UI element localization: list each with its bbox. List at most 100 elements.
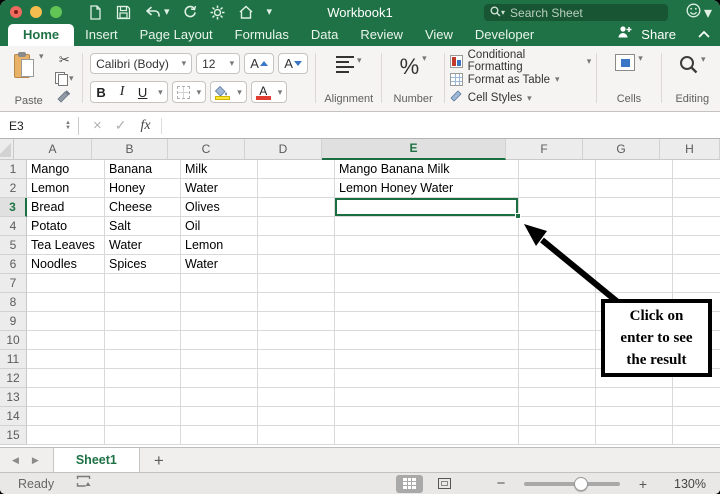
font-color-dropdown-icon[interactable]: ▾	[278, 87, 283, 97]
cell-F8[interactable]	[519, 293, 596, 312]
cell-C6[interactable]: Water	[181, 255, 258, 274]
cell-D14[interactable]	[258, 407, 335, 426]
column-header-A[interactable]: A	[14, 139, 92, 160]
tab-developer[interactable]: Developer	[464, 24, 545, 46]
copy-dropdown-icon[interactable]: ▾	[69, 73, 74, 83]
cell-A13[interactable]	[27, 388, 105, 407]
borders-dropdown-icon[interactable]: ▾	[197, 87, 202, 97]
cell-D2[interactable]	[258, 179, 335, 198]
borders-icon[interactable]	[176, 85, 190, 99]
row-header-9[interactable]: 9	[0, 312, 27, 331]
macro-record-icon[interactable]	[76, 475, 91, 493]
cell-C9[interactable]	[181, 312, 258, 331]
cell-B7[interactable]	[105, 274, 181, 293]
cell-B3[interactable]: Cheese	[105, 198, 181, 217]
paste-button[interactable]: ▾ Paste	[6, 50, 51, 109]
row-header-3[interactable]: 3	[0, 198, 27, 217]
cell-H2[interactable]	[673, 179, 720, 198]
toolbar-options-icon[interactable]: ▾	[267, 6, 273, 18]
cell-B14[interactable]	[105, 407, 181, 426]
column-header-F[interactable]: F	[506, 139, 583, 160]
editing-dropdown-icon[interactable]: ▾	[701, 55, 706, 64]
cell-E6[interactable]	[335, 255, 519, 274]
cell-E7[interactable]	[335, 274, 519, 293]
cell-F3[interactable]	[519, 198, 596, 217]
row-header-11[interactable]: 11	[0, 350, 27, 369]
search-sheet-box[interactable]: ▾ Search Sheet	[484, 4, 668, 21]
formula-input[interactable]	[162, 113, 720, 138]
minimize-button[interactable]	[30, 6, 42, 18]
cell-B1[interactable]: Banana	[105, 160, 181, 179]
zoom-in-button[interactable]: +	[628, 476, 658, 492]
cell-C10[interactable]	[181, 331, 258, 350]
cell-C2[interactable]: Water	[181, 179, 258, 198]
cell-E11[interactable]	[335, 350, 519, 369]
cell-B10[interactable]	[105, 331, 181, 350]
cell-B15[interactable]	[105, 426, 181, 445]
cell-D13[interactable]	[258, 388, 335, 407]
cell-D10[interactable]	[258, 331, 335, 350]
underline-dropdown-icon[interactable]: ▾	[158, 87, 163, 97]
cell-E9[interactable]	[335, 312, 519, 331]
sheet-nav-right-icon[interactable]: ▶	[32, 455, 39, 466]
cell-F4[interactable]	[519, 217, 596, 236]
zoom-out-button[interactable]: −	[486, 475, 516, 492]
alignment-button[interactable]: ▾ Alignment	[321, 50, 376, 109]
cell-C13[interactable]	[181, 388, 258, 407]
zoom-window-button[interactable]	[50, 6, 62, 18]
cell-A1[interactable]: Mango	[27, 160, 105, 179]
cell-H6[interactable]	[673, 255, 720, 274]
cell-A8[interactable]	[27, 293, 105, 312]
column-header-G[interactable]: G	[583, 139, 660, 160]
conditional-formatting-button[interactable]: Conditional Formatting ▾	[449, 49, 591, 73]
alignment-dropdown-icon[interactable]: ▾	[357, 56, 362, 65]
cells-button[interactable]: ▾ Cells	[602, 50, 655, 109]
cell-F12[interactable]	[519, 369, 596, 388]
zoom-level[interactable]: 130%	[662, 477, 706, 491]
cell-H15[interactable]	[673, 426, 720, 445]
copy-icon[interactable]	[55, 72, 69, 86]
font-size-select[interactable]: 12 ▾	[196, 53, 241, 74]
cell-A11[interactable]	[27, 350, 105, 369]
cell-D6[interactable]	[258, 255, 335, 274]
cell-F13[interactable]	[519, 388, 596, 407]
cell-D12[interactable]	[258, 369, 335, 388]
paste-dropdown-icon[interactable]: ▾	[39, 52, 44, 61]
cell-F6[interactable]	[519, 255, 596, 274]
new-workbook-icon[interactable]	[88, 4, 103, 20]
cell-D11[interactable]	[258, 350, 335, 369]
cell-F15[interactable]	[519, 426, 596, 445]
number-button[interactable]: % ▾ Number	[387, 50, 438, 109]
cell-C11[interactable]	[181, 350, 258, 369]
sheet-tab-sheet1[interactable]: Sheet1	[52, 447, 140, 473]
cell-H4[interactable]	[673, 217, 720, 236]
number-dropdown-icon[interactable]: ▾	[422, 54, 427, 63]
cell-B12[interactable]	[105, 369, 181, 388]
cell-A14[interactable]	[27, 407, 105, 426]
column-header-H[interactable]: H	[660, 139, 720, 160]
cell-F2[interactable]	[519, 179, 596, 198]
cell-A4[interactable]: Potato	[27, 217, 105, 236]
cell-A10[interactable]	[27, 331, 105, 350]
cell-B4[interactable]: Salt	[105, 217, 181, 236]
row-header-10[interactable]: 10	[0, 331, 27, 350]
cell-B8[interactable]	[105, 293, 181, 312]
name-box-stepper[interactable]: ▲ ▼	[60, 120, 76, 131]
cell-B6[interactable]: Spices	[105, 255, 181, 274]
cell-D15[interactable]	[258, 426, 335, 445]
cell-A5[interactable]: Tea Leaves	[27, 236, 105, 255]
cell-A2[interactable]: Lemon	[27, 179, 105, 198]
cut-icon[interactable]: ✂	[59, 53, 70, 66]
row-header-12[interactable]: 12	[0, 369, 27, 388]
underline-button[interactable]: U	[137, 85, 148, 100]
cancel-icon[interactable]: ×	[93, 117, 102, 134]
row-header-1[interactable]: 1	[0, 160, 27, 179]
cell-B2[interactable]: Honey	[105, 179, 181, 198]
cell-C15[interactable]	[181, 426, 258, 445]
column-header-C[interactable]: C	[168, 139, 245, 160]
cell-D8[interactable]	[258, 293, 335, 312]
save-icon[interactable]	[116, 5, 131, 20]
cell-D1[interactable]	[258, 160, 335, 179]
cell-E5[interactable]	[335, 236, 519, 255]
cell-G5[interactable]	[596, 236, 673, 255]
